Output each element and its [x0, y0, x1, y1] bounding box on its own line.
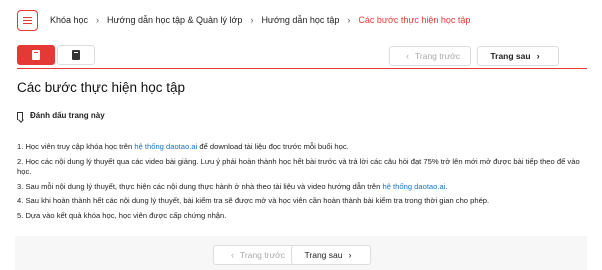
footer-navigation: ‹ Trang trước Trang sau › [15, 236, 587, 270]
chevron-right-icon: › [96, 15, 100, 25]
steps-list: 1. Học viên truy cập khóa học trên hệ th… [17, 142, 587, 225]
prev-page-label: Trang trước [415, 51, 460, 61]
chevron-right-icon: › [536, 51, 540, 61]
breadcrumb-item-courses[interactable]: Khóa học [50, 15, 88, 25]
book-icon [71, 50, 81, 60]
bookmark-label: Đánh dấu trang này [30, 111, 105, 120]
next-page-button-bottom[interactable]: Trang sau › [291, 245, 371, 265]
tab-underline [17, 68, 587, 69]
list-item: 2. Học các nội dung lý thuyết qua các vi… [17, 156, 580, 177]
breadcrumb-item-current: Các bước thực hiện học tập [358, 15, 471, 25]
next-page-label: Trang sau [490, 51, 531, 61]
tab-lesson-2[interactable] [57, 45, 95, 65]
menu-button[interactable] [17, 10, 38, 31]
menu-icon [23, 17, 32, 24]
page-title: Các bước thực hiện học tập [17, 80, 186, 95]
top-bar: Khóa học › Hướng dẫn học tập & Quản lý l… [0, 0, 602, 40]
chevron-left-icon: ‹ [231, 250, 235, 260]
next-page-button[interactable]: Trang sau › [477, 46, 559, 66]
next-page-label: Trang sau [304, 250, 343, 260]
book-icon [31, 50, 41, 60]
lesson-tabs-row: ‹ Trang trước Trang sau › [17, 45, 587, 69]
chevron-right-icon: › [348, 250, 352, 260]
chevron-right-icon: › [250, 15, 254, 25]
list-item: 3. Sau mỗi nội dung lý thuyết, thực hiện… [17, 181, 448, 191]
breadcrumb-item-guide-class[interactable]: Hướng dẫn học tập & Quản lý lớp [107, 15, 242, 25]
prev-page-label: Trang trước [240, 250, 285, 260]
bookmark-button[interactable]: Đánh dấu trang này [17, 111, 105, 120]
list-item: 5. Dựa vào kết quả khóa học, học viên đư… [17, 210, 227, 220]
list-item: 4. Sau khi hoàn thành hết các nội dung l… [17, 196, 490, 205]
chevron-left-icon: ‹ [406, 51, 410, 61]
daotao-link[interactable]: hệ thống daotao.ai [134, 142, 197, 151]
tab-lesson-1[interactable] [17, 45, 55, 65]
prev-page-button[interactable]: ‹ Trang trước [389, 46, 471, 66]
prev-page-button-bottom[interactable]: ‹ Trang trước [213, 245, 297, 265]
bookmark-icon [17, 111, 23, 120]
daotao-link[interactable]: hệ thống daotao.ai [382, 182, 445, 191]
breadcrumb-item-study-guide[interactable]: Hướng dẫn học tập [261, 15, 339, 25]
chevron-right-icon: › [347, 15, 351, 25]
breadcrumb: Khóa học › Hướng dẫn học tập & Quản lý l… [50, 15, 470, 25]
list-item: 1. Học viên truy cập khóa học trên hệ th… [17, 142, 349, 151]
